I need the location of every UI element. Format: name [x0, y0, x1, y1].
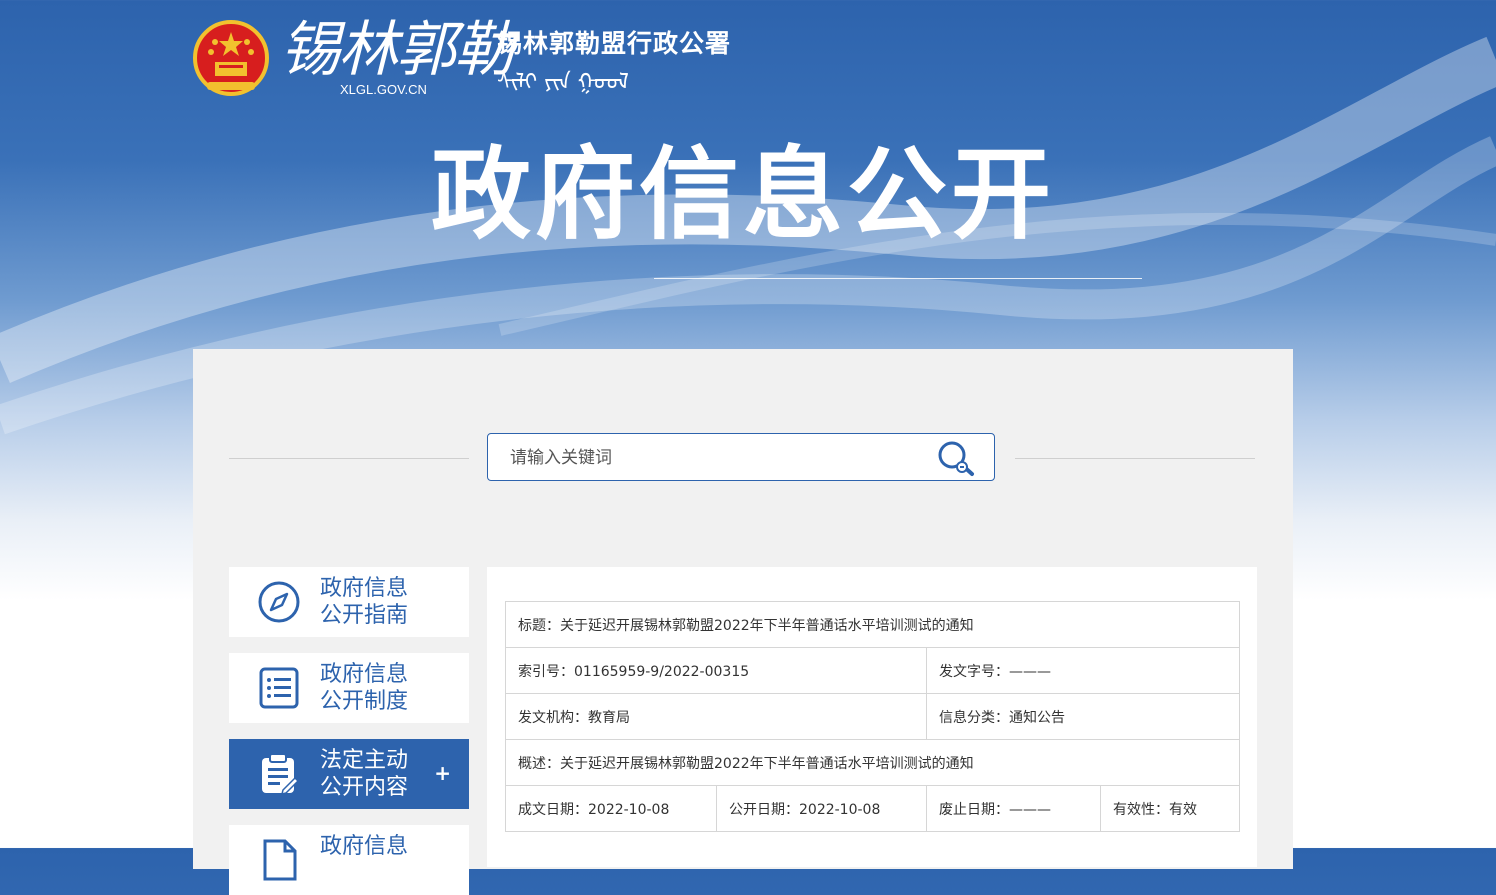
national-emblem-icon — [193, 20, 269, 96]
title-divider — [654, 278, 1142, 279]
meta-index-no: 索引号：01165959-9/2022-00315 — [505, 647, 927, 694]
meta-issuer: 发文机构：教育局 — [505, 693, 927, 740]
sidebar-item-rules[interactable]: 政府信息 公开制度 — [229, 653, 469, 723]
page-title: 政府信息公开 — [431, 136, 1055, 253]
sidebar-item-label: 政府信息 公开制度 — [320, 662, 409, 714]
sidebar-item-guide[interactable]: 政府信息 公开指南 — [229, 567, 469, 637]
brand-domain: XLGL.GOV.CN — [340, 82, 427, 97]
meta-publish-date: 公开日期：2022-10-08 — [716, 785, 927, 832]
search-divider-left — [229, 458, 469, 459]
table-row: 发文机构：教育局 信息分类：通知公告 — [505, 693, 1241, 740]
meta-title: 标题：关于延迟开展锡林郭勒盟2022年下半年普通话水平培训测试的通知 — [504, 601, 1241, 648]
table-row: 概述：关于延迟开展锡林郭勒盟2022年下半年普通话水平培训测试的通知 — [504, 739, 1241, 786]
sidebar-item-annual-report[interactable]: 政府信息 — [229, 825, 469, 895]
sidebar-item-label: 法定主动 公开内容 — [320, 748, 409, 800]
brand-calligraphy: 锡林郭勒 — [280, 15, 514, 85]
meta-category: 信息分类：通知公告 — [925, 693, 1241, 740]
meta-summary: 概述：关于延迟开展锡林郭勒盟2022年下半年普通话水平培训测试的通知 — [504, 739, 1241, 786]
meta-expiry-date: 废止日期：——— — [926, 785, 1101, 832]
brand-org-name: 锡林郭勒盟行政公署 — [497, 29, 732, 58]
table-row: 索引号：01165959-9/2022-00315 发文字号：——— — [505, 647, 1241, 694]
sidebar-item-statutory-content[interactable]: 法定主动 公开内容 + — [229, 739, 469, 809]
search-bar — [487, 433, 995, 482]
meta-doc-no: 发文字号：——— — [925, 647, 1241, 694]
compass-icon — [258, 581, 300, 623]
sidebar-item-label: 政府信息 — [320, 834, 409, 859]
table-row: 成文日期：2022-10-08 公开日期：2022-10-08 废止日期：———… — [505, 785, 1241, 832]
search-icon[interactable] — [936, 439, 976, 477]
document-icon — [263, 839, 297, 881]
table-row: 标题：关于延迟开展锡林郭勒盟2022年下半年普通话水平培训测试的通知 — [504, 601, 1241, 648]
search-input[interactable] — [508, 434, 932, 482]
search-divider-right — [1015, 458, 1255, 459]
meta-written-date: 成文日期：2022-10-08 — [505, 785, 717, 832]
document-meta-table: 标题：关于延迟开展锡林郭勒盟2022年下半年普通话水平培训测试的通知 索引号：0… — [504, 601, 1241, 832]
expand-icon[interactable]: + — [434, 761, 451, 785]
meta-validity: 有效性：有效 — [1099, 785, 1241, 832]
brand-mongolian-name: ᠰᠢᠯᠢ ᠶᠢᠨ ᠭᠣᠣᠯ — [497, 70, 629, 95]
list-document-icon — [259, 667, 299, 709]
clipboard-edit-icon — [262, 753, 300, 796]
sidebar-item-label: 政府信息 公开指南 — [320, 576, 409, 628]
